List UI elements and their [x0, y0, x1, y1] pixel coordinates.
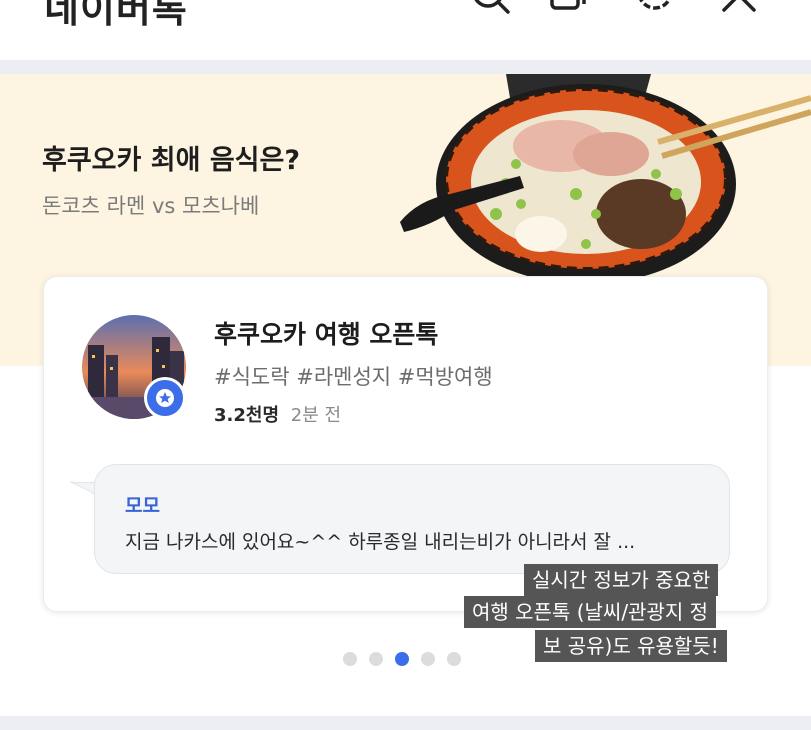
ramen-bowl-image — [400, 74, 811, 284]
last-active-time: 2분 전 — [290, 405, 342, 426]
member-count: 3.2천명 — [214, 405, 280, 426]
banner-headline: 후쿠오카 최애 음식은? — [42, 145, 301, 176]
chat-add-icon[interactable] — [548, 0, 594, 20]
caption-line-3: 보 공유)도 유용할듯! — [535, 630, 727, 662]
message-preview: 지금 나카스에 있어요~^^ 하루종일 내리는비가 아니라서 잘 ... — [125, 531, 636, 553]
settings-icon[interactable] — [632, 0, 678, 20]
page-dot[interactable] — [369, 652, 383, 666]
app-bar: 네이버톡 — [0, 0, 811, 60]
bottom-divider — [0, 716, 811, 730]
room-tags: #식도락 #라멘성지 #먹방여행 — [214, 365, 493, 389]
page-dot[interactable] — [343, 652, 357, 666]
caption-line-2: 여행 오픈톡 (날씨/관광지 정 — [464, 596, 717, 628]
banner-subtitle: 돈코츠 라멘 vs 모츠나베 — [42, 194, 260, 218]
page-dot[interactable] — [421, 652, 435, 666]
caption-line-1: 실시간 정보가 중요한 — [524, 564, 719, 596]
open-chat-card[interactable]: 후쿠오카 여행 오픈톡 #식도락 #라멘성지 #먹방여행 3.2천명 2분 전 … — [43, 276, 768, 612]
top-divider — [0, 60, 811, 74]
page-dot[interactable] — [447, 652, 461, 666]
room-name: 후쿠오카 여행 오픈톡 — [214, 320, 439, 349]
pagination-dots[interactable] — [343, 652, 461, 666]
star-icon — [156, 389, 174, 407]
room-meta: 3.2천명 2분 전 — [214, 401, 341, 427]
app-title: 네이버톡 — [44, 0, 188, 31]
close-icon[interactable] — [716, 0, 762, 20]
message-sender: 모모 — [125, 495, 160, 517]
page-dot[interactable] — [395, 652, 409, 666]
verified-badge — [144, 377, 186, 419]
search-icon[interactable] — [468, 0, 514, 20]
last-message-bubble: 모모 지금 나카스에 있어요~^^ 하루종일 내리는비가 아니라서 잘 ... — [94, 464, 730, 574]
